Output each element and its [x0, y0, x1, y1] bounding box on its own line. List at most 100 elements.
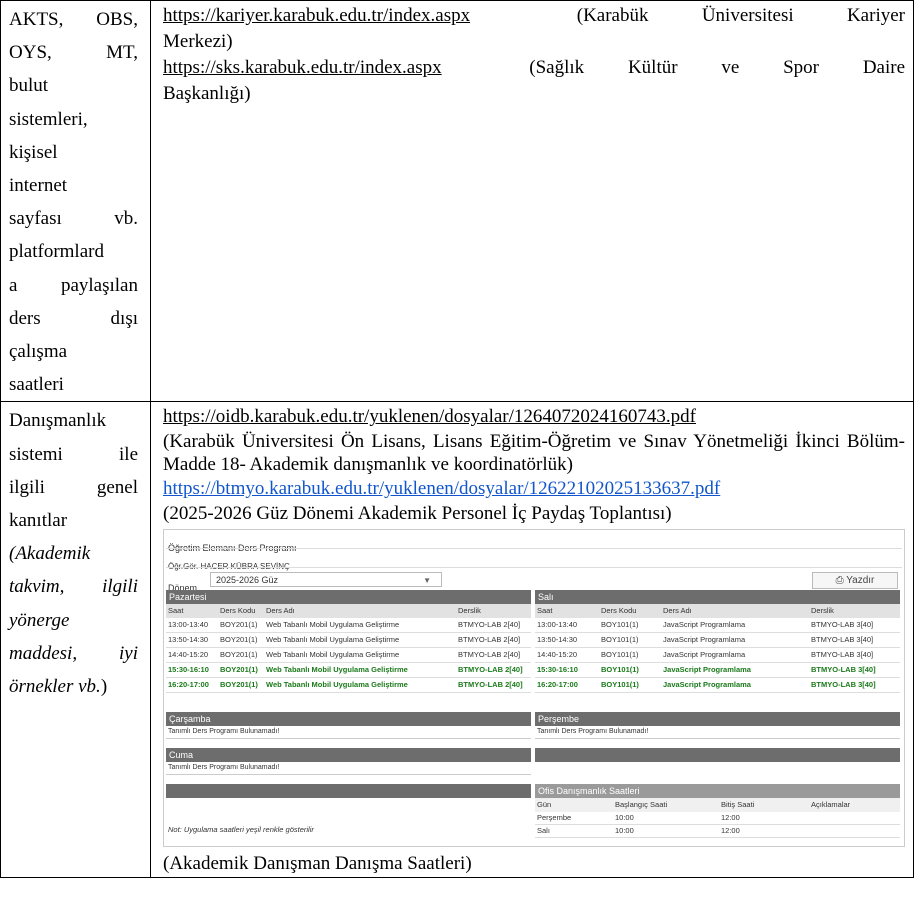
table-cell: 16:20-17:00	[537, 680, 578, 690]
criterion-line: sistemleri,	[9, 108, 88, 130]
oidb-link[interactable]: https://oidb.karabuk.edu.tr/yuklenen/dos…	[163, 406, 696, 427]
table-cell: BOY101(1)	[601, 635, 639, 645]
table-row: 16:20-17:00 BOY201(1) Web Tabanlı Mobil Uy…	[166, 678, 531, 694]
link-description: Merkezi)	[163, 31, 233, 52]
right-cell: https://oidb.karabuk.edu.tr/yuklenen/dos…	[150, 401, 914, 879]
table-row: 13:50-14:30 BOY201(1) Web Tabanlı Mobil Uy…	[166, 633, 531, 649]
table-row: 15:30-16:10 BOY201(1) Web Tabanlı Mobil Uy…	[166, 663, 531, 679]
criterion-line: sayfası vb.	[9, 208, 138, 230]
table-cell: BTMYO-LAB 3[40]	[811, 635, 874, 645]
table-cell: 10:00	[615, 826, 634, 836]
table-cell: Salı	[537, 826, 550, 836]
table-cell: 12:00	[721, 826, 740, 836]
printer-icon: ⎙	[835, 575, 844, 587]
criterion-line: Danışmanlık	[9, 410, 107, 432]
table-cell: 13:00-13:40	[537, 620, 578, 630]
criterion-text: AKTS, OBS, OYS, MT, bulut sistemleri, kişise…	[1, 1, 150, 401]
day-header: Çarşamba	[166, 712, 531, 727]
criterion-line: kişisel	[9, 141, 58, 163]
empty-message: Tanımlı Ders Programı Bulunamadı!	[166, 762, 531, 776]
table-cell: Perşembe	[537, 813, 572, 823]
criterion-line: ders dışı	[9, 307, 138, 329]
table-cell: 12:00	[721, 813, 740, 823]
table-cell: 13:00-13:40	[168, 620, 209, 630]
table-cell: Web Tabanlı Mobil Uygulama Geliştirme	[266, 635, 400, 645]
day-pane-carsamba: Çarşamba Tanımlı Ders Programı Bulunamad…	[166, 712, 531, 740]
link-description: (2025-2026 Güz Dönemi Akademik Personel …	[163, 503, 672, 525]
kariyer-link[interactable]: https://kariyer.karabuk.edu.tr/index.asp…	[163, 5, 470, 26]
link-description: (Sağlık Kültür ve Spor Daire	[529, 57, 906, 78]
print-button[interactable]: ⎙ Yazdır	[812, 572, 898, 590]
criterion-line: kanıtlar	[9, 510, 68, 532]
table-cell: BOY201(1)	[220, 650, 258, 660]
table-cell: BTMYO-LAB 2[40]	[458, 635, 521, 645]
table-cell: Web Tabanlı Mobil Uygulama Geliştirme	[266, 665, 408, 675]
criterion-line: sistemi ile	[9, 443, 138, 465]
donem-select[interactable]: 2025-2026 Güz ▼	[210, 572, 442, 588]
right-cell: https://kariyer.karabuk.edu.tr/index.asp…	[150, 0, 914, 403]
link-block: https://kariyer.karabuk.edu.tr/index.asp…	[163, 3, 905, 55]
left-cell: Danışmanlık sistemi ile ilgili genel kanıtl…	[0, 401, 151, 879]
day-header: Pazartesi	[166, 590, 531, 605]
table-cell: 13:50-14:30	[537, 635, 578, 645]
link-description: (Karabük Üniversitesi Ön Lisans, Lisans …	[163, 431, 905, 476]
table-cell: Web Tabanlı Mobil Uygulama Geliştirme	[266, 620, 400, 630]
office-hours-pane: Ofis Danışmanlık Saatleri Gün Başlangıç …	[535, 784, 900, 839]
table-header: Saat Ders Kodu Ders Adı Derslik	[166, 604, 531, 619]
empty-day-bar	[166, 784, 531, 799]
sks-link[interactable]: https://sks.karabuk.edu.tr/index.aspx	[163, 57, 442, 78]
criterion-line: internet	[9, 175, 68, 197]
criterion-line: takvim, ilgili	[9, 576, 138, 598]
table-cell: BTMYO-LAB 2[40]	[458, 620, 521, 630]
table-row: 13:00-13:40 BOY201(1) Web Tabanlı Mobil Uy…	[166, 618, 531, 634]
table-cell: 16:20-17:00	[168, 680, 209, 690]
table-cell: 15:30-16:10	[537, 665, 578, 675]
table-row: 13:00-13:40 BOY101(1) JavaScript Programla…	[535, 618, 900, 634]
table-cell: 14:40-15:20	[168, 650, 209, 660]
table-cell: BTMYO-LAB 2[40]	[458, 665, 523, 675]
criterion-text: Danışmanlık sistemi ile ilgili genel kanıtl…	[1, 402, 150, 703]
table-cell: BTMYO-LAB 2[40]	[458, 650, 521, 660]
table-cell: BOY101(1)	[601, 665, 639, 675]
table-cell: BOY201(1)	[220, 635, 258, 645]
schedule-screenshot: Öğretim Elemanı Ders Programı Öğr.Gör. H…	[163, 529, 905, 848]
criterion-line: bulut	[9, 75, 49, 97]
table-header: Saat Ders Kodu Ders Adı Derslik	[535, 604, 900, 619]
office-hours-header: Ofis Danışmanlık Saatleri	[535, 784, 900, 799]
criterion-line: a paylaşılan	[9, 274, 138, 296]
day-header: Perşembe	[535, 712, 900, 727]
table-cell: 15:30-16:10	[168, 665, 209, 675]
criterion-line: OYS, MT,	[9, 42, 138, 64]
table-cell: 14:40-15:20	[537, 650, 578, 660]
criterion-line: ilgili genel	[9, 476, 138, 498]
table-cell: BOY101(1)	[601, 680, 639, 690]
table-row: 14:40-15:20 BOY201(1) Web Tabanlı Mobil Uy…	[166, 648, 531, 664]
table-cell: BTMYO-LAB 3[40]	[811, 650, 874, 660]
criterion-line: AKTS, OBS,	[9, 9, 138, 30]
left-cell: AKTS, OBS, OYS, MT, bulut sistemleri, kişise…	[0, 0, 151, 403]
empty-message: Tanımlı Ders Programı Bulunamadı!	[166, 726, 531, 740]
table-cell: BTMYO-LAB 2[40]	[458, 680, 523, 690]
table-row: Perşembe 10:00 12:00	[535, 812, 900, 826]
empty-message: Tanımlı Ders Programı Bulunamadı!	[535, 726, 900, 740]
criterion-line: maddesi, iyi	[9, 642, 138, 664]
btmyo-link[interactable]: https://btmyo.karabuk.edu.tr/yuklenen/do…	[163, 478, 720, 499]
table-cell: BOY101(1)	[601, 650, 639, 660]
table-cell: JavaScript Programlama	[663, 620, 746, 630]
table-cell: BOY201(1)	[220, 620, 258, 630]
document-table: AKTS, OBS, OYS, MT, bulut sistemleri, kişise…	[0, 0, 914, 879]
table-cell: BTMYO-LAB 3[40]	[811, 680, 876, 690]
criterion-line: platformlard	[9, 241, 104, 263]
link-block: https://sks.karabuk.edu.tr/index.aspx (S…	[163, 55, 905, 107]
screenshot-caption: (Akademik Danışman Danışma Saatleri)	[163, 853, 472, 875]
table-cell: Web Tabanlı Mobil Uygulama Geliştirme	[266, 650, 400, 660]
table-row: Danışmanlık sistemi ile ilgili genel kanıtl…	[0, 401, 914, 879]
link-line: https://sks.karabuk.edu.tr/index.aspx (S…	[163, 55, 905, 81]
table-cell: JavaScript Programlama	[663, 665, 751, 675]
day-pane-pazartesi: Pazartesi Saat Ders Kodu Ders Adı Dersli…	[166, 590, 531, 694]
criterion-line: (Akademik	[9, 543, 91, 565]
table-cell: 13:50-14:30	[168, 635, 209, 645]
criterion-line: saatleri	[9, 374, 64, 396]
criterion-line: çalışma	[9, 341, 68, 363]
day-pane-sali: Salı Saat Ders Kodu Ders Adı Derslik 13:…	[535, 590, 900, 694]
